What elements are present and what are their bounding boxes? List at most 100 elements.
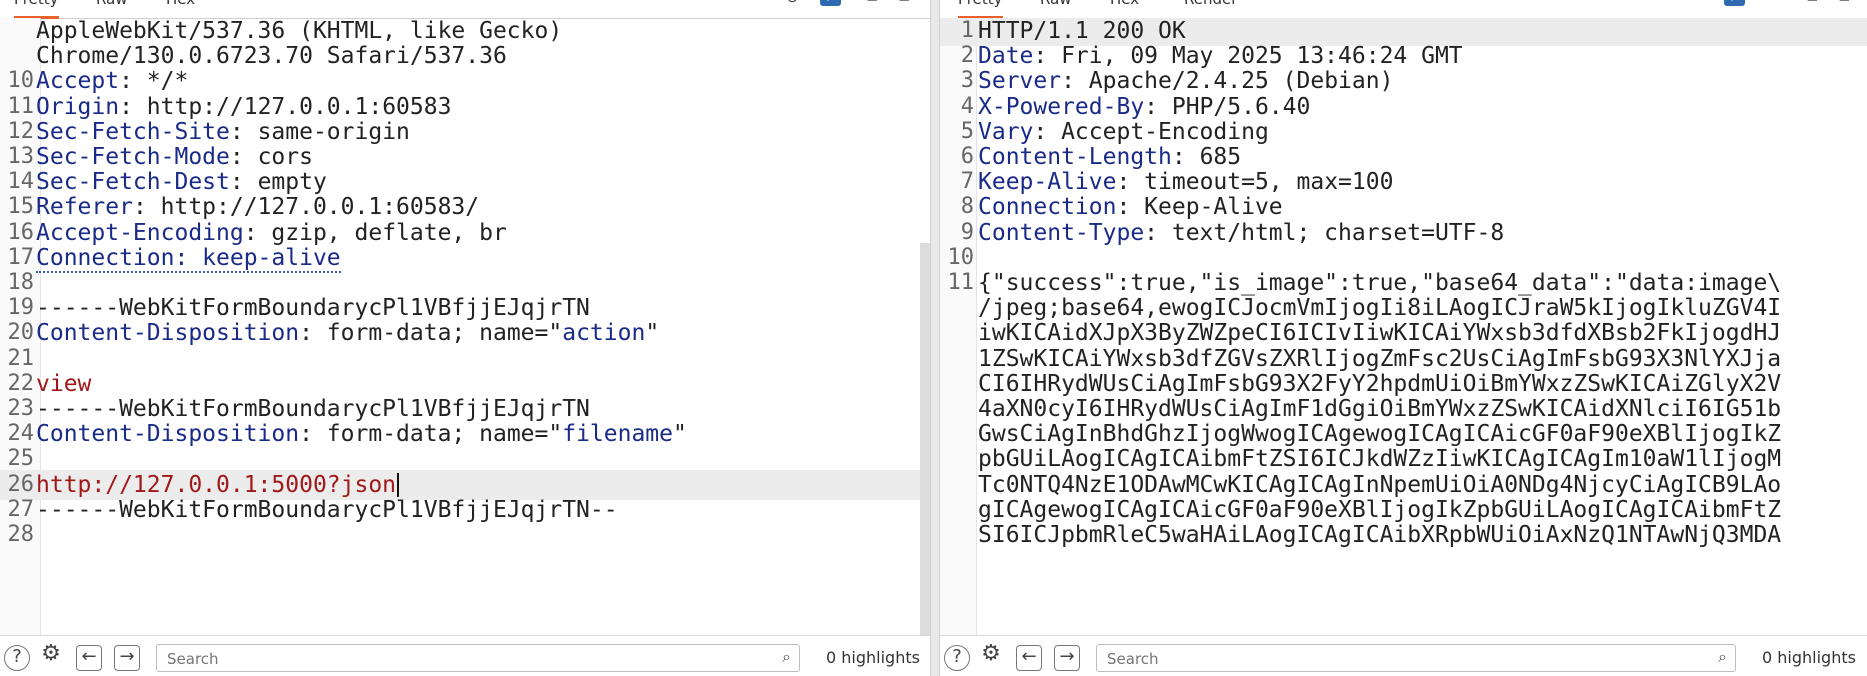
text-segment: gICAgewogICAgICAicGF0aF90eXBlIjogIkZpbGU… (978, 496, 1782, 523)
text-segment: : http://127.0.0.1:60583 (119, 93, 452, 120)
request-search-input[interactable] (165, 648, 683, 670)
request-scrollbar[interactable] (920, 243, 930, 636)
menu-icon[interactable]: ≡ (1838, 0, 1851, 8)
tab-raw[interactable]: Raw (96, 0, 128, 16)
wrap-icon[interactable]: ≡ (1806, 0, 1819, 8)
text-segment: " (673, 421, 687, 448)
help-icon[interactable]: ? (4, 645, 30, 671)
code-line: SI6ICJpbmRleC5waHAiLAogICAgICAibXRpbWUiO… (940, 520, 1867, 550)
text-segment: Tc0NTQ4NzE1ODAwMCwKICAgICAgInNpemUiOiA0N… (978, 471, 1782, 498)
response-editor[interactable]: 1 HTTP/1.1 200 OK 2 Date: Fri, 09 May 2025 … (940, 18, 1867, 636)
tab-hex[interactable]: Hex (1110, 0, 1139, 16)
text-segment: view (36, 370, 92, 397)
response-tabbar: Pretty Raw Hex Render \n ≡ ≡ (940, 0, 1867, 19)
header-name: Content-Length (978, 144, 1172, 170)
text-segment: Chrome/130.0.6723.70 Safari/537.36 (36, 43, 507, 70)
ln-toggle-icon[interactable]: \n (1724, 0, 1745, 6)
request-bottom-bar: ? ⚙ ← → ⌕ 0 highlights (0, 635, 930, 676)
back-icon[interactable]: ← (76, 645, 102, 671)
text-segment: AppleWebKit/537.36 (KHTML, like Gecko) (36, 18, 563, 44)
search-icon: ⌕ (1718, 647, 1727, 666)
request-tabbar: Pretty Raw Hex ⊘ \n ≡ ≡ (0, 0, 930, 19)
text-segment: ------WebKitFormBoundarycPl1VBfjjEJqjrTN (36, 396, 590, 422)
tab-hex[interactable]: Hex (166, 0, 195, 16)
tab-render[interactable]: Render (1184, 0, 1237, 16)
help-icon[interactable]: ? (944, 645, 970, 671)
menu-icon[interactable]: ≡ (898, 0, 911, 8)
text-segment: {"success":true,"is_image":true,"base64_… (978, 270, 1782, 296)
header-name: Referer (36, 194, 133, 221)
text-segment: http://127.0.0.1:5000?json (36, 471, 397, 498)
header-name: Content-Disposition (36, 320, 300, 347)
text-segment: CI6IHRydWUsCiAgImFsbG93X2FyY2hpdmUiOiBmY… (978, 370, 1782, 397)
header-name: Accept-Encoding (36, 219, 244, 246)
line-text: SI6ICJpbmRleC5waHAiLAogICAgICAibXRpbWUiO… (978, 520, 1867, 550)
text-segment: : cors (229, 144, 313, 170)
header-name: Sec-Fetch-Mode (36, 144, 230, 170)
back-icon[interactable]: ← (1016, 645, 1042, 671)
wrap-icon[interactable]: ≡ (866, 0, 879, 8)
header-name: Content-Type (978, 219, 1145, 246)
text-segment: : form-data; name=" (299, 421, 563, 448)
text-segment: : gzip, deflate, br (243, 219, 507, 246)
response-highlight-count: 0 highlights (1762, 648, 1856, 667)
text-segment: : text/html; charset=UTF-8 (1144, 219, 1505, 246)
settings-icon[interactable]: ⚙ (38, 643, 64, 669)
request-highlight-count: 0 highlights (826, 648, 920, 667)
text-segment: : 685 (1171, 144, 1242, 170)
text-segment: : Accept-Encoding (1033, 118, 1269, 145)
text-segment: SI6ICJpbmRleC5waHAiLAogICAgICAibXRpbWUiO… (978, 522, 1782, 548)
request-pane: Pretty Raw Hex ⊘ \n ≡ ≡ AppleWebKit/537.… (0, 0, 930, 676)
text-segment: iwKICAidXJpX3ByZWZpeCI6ICIvIiwKICAiYWxsb… (978, 320, 1782, 347)
forward-icon[interactable]: → (1054, 645, 1080, 671)
search-icon: ⌕ (782, 647, 791, 666)
response-search-input[interactable] (1105, 648, 1620, 670)
text-segment: HTTP/1.1 200 OK (978, 18, 1186, 44)
text-segment: : same-origin (229, 118, 410, 145)
tab-pretty[interactable]: Pretty (14, 0, 59, 19)
text-segment: : form-data; name=" (299, 320, 563, 347)
tab-raw[interactable]: Raw (1040, 0, 1072, 16)
text-segment: : empty (229, 169, 327, 196)
header-name: Date (978, 43, 1034, 70)
header-name: Content-Disposition (36, 421, 300, 448)
text-segment: ------WebKitFormBoundarycPl1VBfjjEJqjrTN… (36, 496, 618, 523)
text-segment: pbGUiLAogICAgICAibmFtZSI6ICJkdWZzIiwKICA… (978, 446, 1782, 473)
header-name: Server (978, 68, 1062, 95)
line-number: 28 (7, 522, 35, 547)
header-name: Sec-Fetch-Site (36, 118, 230, 145)
text-segment: filename (562, 421, 673, 448)
pane-divider[interactable] (930, 0, 940, 676)
text-segment: GwsCiAgInBhdGhzIjogWwogICAgewogICAgICAic… (978, 421, 1782, 448)
header-name: Accept (36, 68, 120, 95)
hide-nonprintable-icon[interactable]: ⊘ (786, 0, 799, 8)
text-segment: : http://127.0.0.1:60583/ (132, 194, 480, 221)
code-line: 28 (0, 520, 930, 550)
header-name: Connection (978, 194, 1117, 221)
header-name: Sec-Fetch-Dest (36, 169, 230, 196)
text-caret (397, 473, 400, 498)
header-name: X-Powered-By (978, 93, 1145, 120)
text-segment: 4aXN0cyI6IHRydWUsCiAgImF1dGgiOiBmYWxzZSw… (978, 396, 1782, 422)
text-segment: : Keep-Alive (1116, 194, 1283, 221)
forward-icon[interactable]: → (114, 645, 140, 671)
settings-icon[interactable]: ⚙ (978, 643, 1004, 669)
text-segment: " (645, 320, 660, 347)
request-search-box: ⌕ (156, 644, 800, 672)
header-name: Vary (978, 118, 1034, 145)
response-search-box: ⌕ (1096, 644, 1736, 672)
ln-toggle-icon[interactable]: \n (820, 0, 841, 6)
text-segment: action (562, 320, 646, 347)
response-pane: Pretty Raw Hex Render \n ≡ ≡ 1HTTP/1.1 2… (940, 0, 1867, 676)
text-segment: 1ZSwKICAiYWxsb3dfZGVsZXRlIjogZmFsc2UsCiA… (978, 345, 1782, 372)
header-name: Keep-Alive (978, 169, 1117, 196)
text-segment: : timeout=5, max=100 (1116, 169, 1394, 196)
text-segment: : Apache/2.4.25 (Debian) (1061, 68, 1394, 95)
tab-pretty[interactable]: Pretty (958, 0, 1003, 19)
text-segment: ------WebKitFormBoundarycPl1VBfjjEJqjrTN (36, 295, 590, 322)
text-segment: : Fri, 09 May 2025 13:46:24 GMT (1033, 43, 1463, 70)
text-segment: /jpeg;base64,ewogICJocmVmIjogIi8iLAogICJ… (978, 295, 1782, 322)
request-editor[interactable]: AppleWebKit/537.36 (KHTML, like Gecko) Ch… (0, 18, 930, 636)
text-segment: : PHP/5.6.40 (1144, 93, 1311, 120)
response-bottom-bar: ? ⚙ ← → ⌕ 0 highlights (940, 635, 1867, 676)
